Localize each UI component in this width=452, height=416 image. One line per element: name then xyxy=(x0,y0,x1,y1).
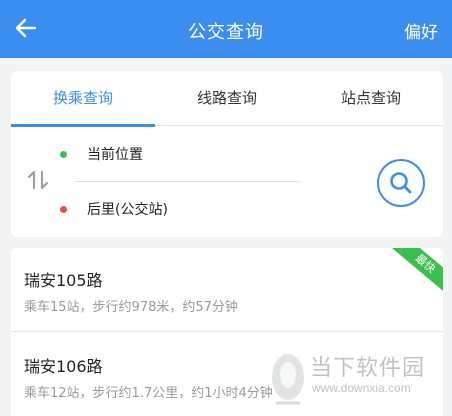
swap-icon xyxy=(27,170,49,190)
route-info: 乘车12站，步行约1.7公里，约1小时4分钟 xyxy=(24,386,273,401)
route-name: 瑞安106路 xyxy=(24,357,103,376)
start-dot xyxy=(60,151,67,158)
swap-button[interactable] xyxy=(25,167,51,193)
transfer-search-card: 换乘查询 线路查询 站点查询 当前位置 后里(公交站) xyxy=(11,71,443,237)
preference-button[interactable]: 偏好 xyxy=(404,18,438,43)
route-name: 瑞安105路 xyxy=(24,271,103,290)
field-divider xyxy=(75,181,300,182)
route-info: 乘车15站，步行约978米，约57分钟 xyxy=(24,300,238,315)
route-result-item[interactable]: 瑞安106路 乘车12站，步行约1.7公里，约1小时4分钟 xyxy=(11,333,443,416)
tab-label: 换乘查询 xyxy=(52,89,113,107)
origin-field[interactable]: 当前位置 xyxy=(87,144,143,166)
top-app-bar: 公交查询 偏好 xyxy=(0,0,452,58)
search-button[interactable] xyxy=(377,159,425,207)
tab-label: 站点查询 xyxy=(340,89,401,107)
route-result-item[interactable]: 瑞安105路 乘车15站，步行约978米，约57分钟 最快 xyxy=(11,248,443,332)
active-tab-indicator xyxy=(11,124,155,127)
fastest-badge: 最快 xyxy=(388,248,443,297)
tab-label: 线路查询 xyxy=(196,89,257,107)
search-icon xyxy=(390,172,412,194)
query-tabs: 换乘查询 线路查询 站点查询 xyxy=(11,71,443,127)
destination-field[interactable]: 后里(公交站) xyxy=(87,199,168,221)
end-dot xyxy=(60,206,67,213)
tab-stop-query[interactable]: 站点查询 xyxy=(299,71,443,126)
route-result-list: 瑞安105路 乘车15站，步行约978米，约57分钟 最快 瑞安106路 乘车1… xyxy=(11,248,443,416)
tab-transfer-query[interactable]: 换乘查询 xyxy=(11,71,155,127)
page-title: 公交查询 xyxy=(188,22,264,43)
tab-line-query[interactable]: 线路查询 xyxy=(155,71,299,126)
